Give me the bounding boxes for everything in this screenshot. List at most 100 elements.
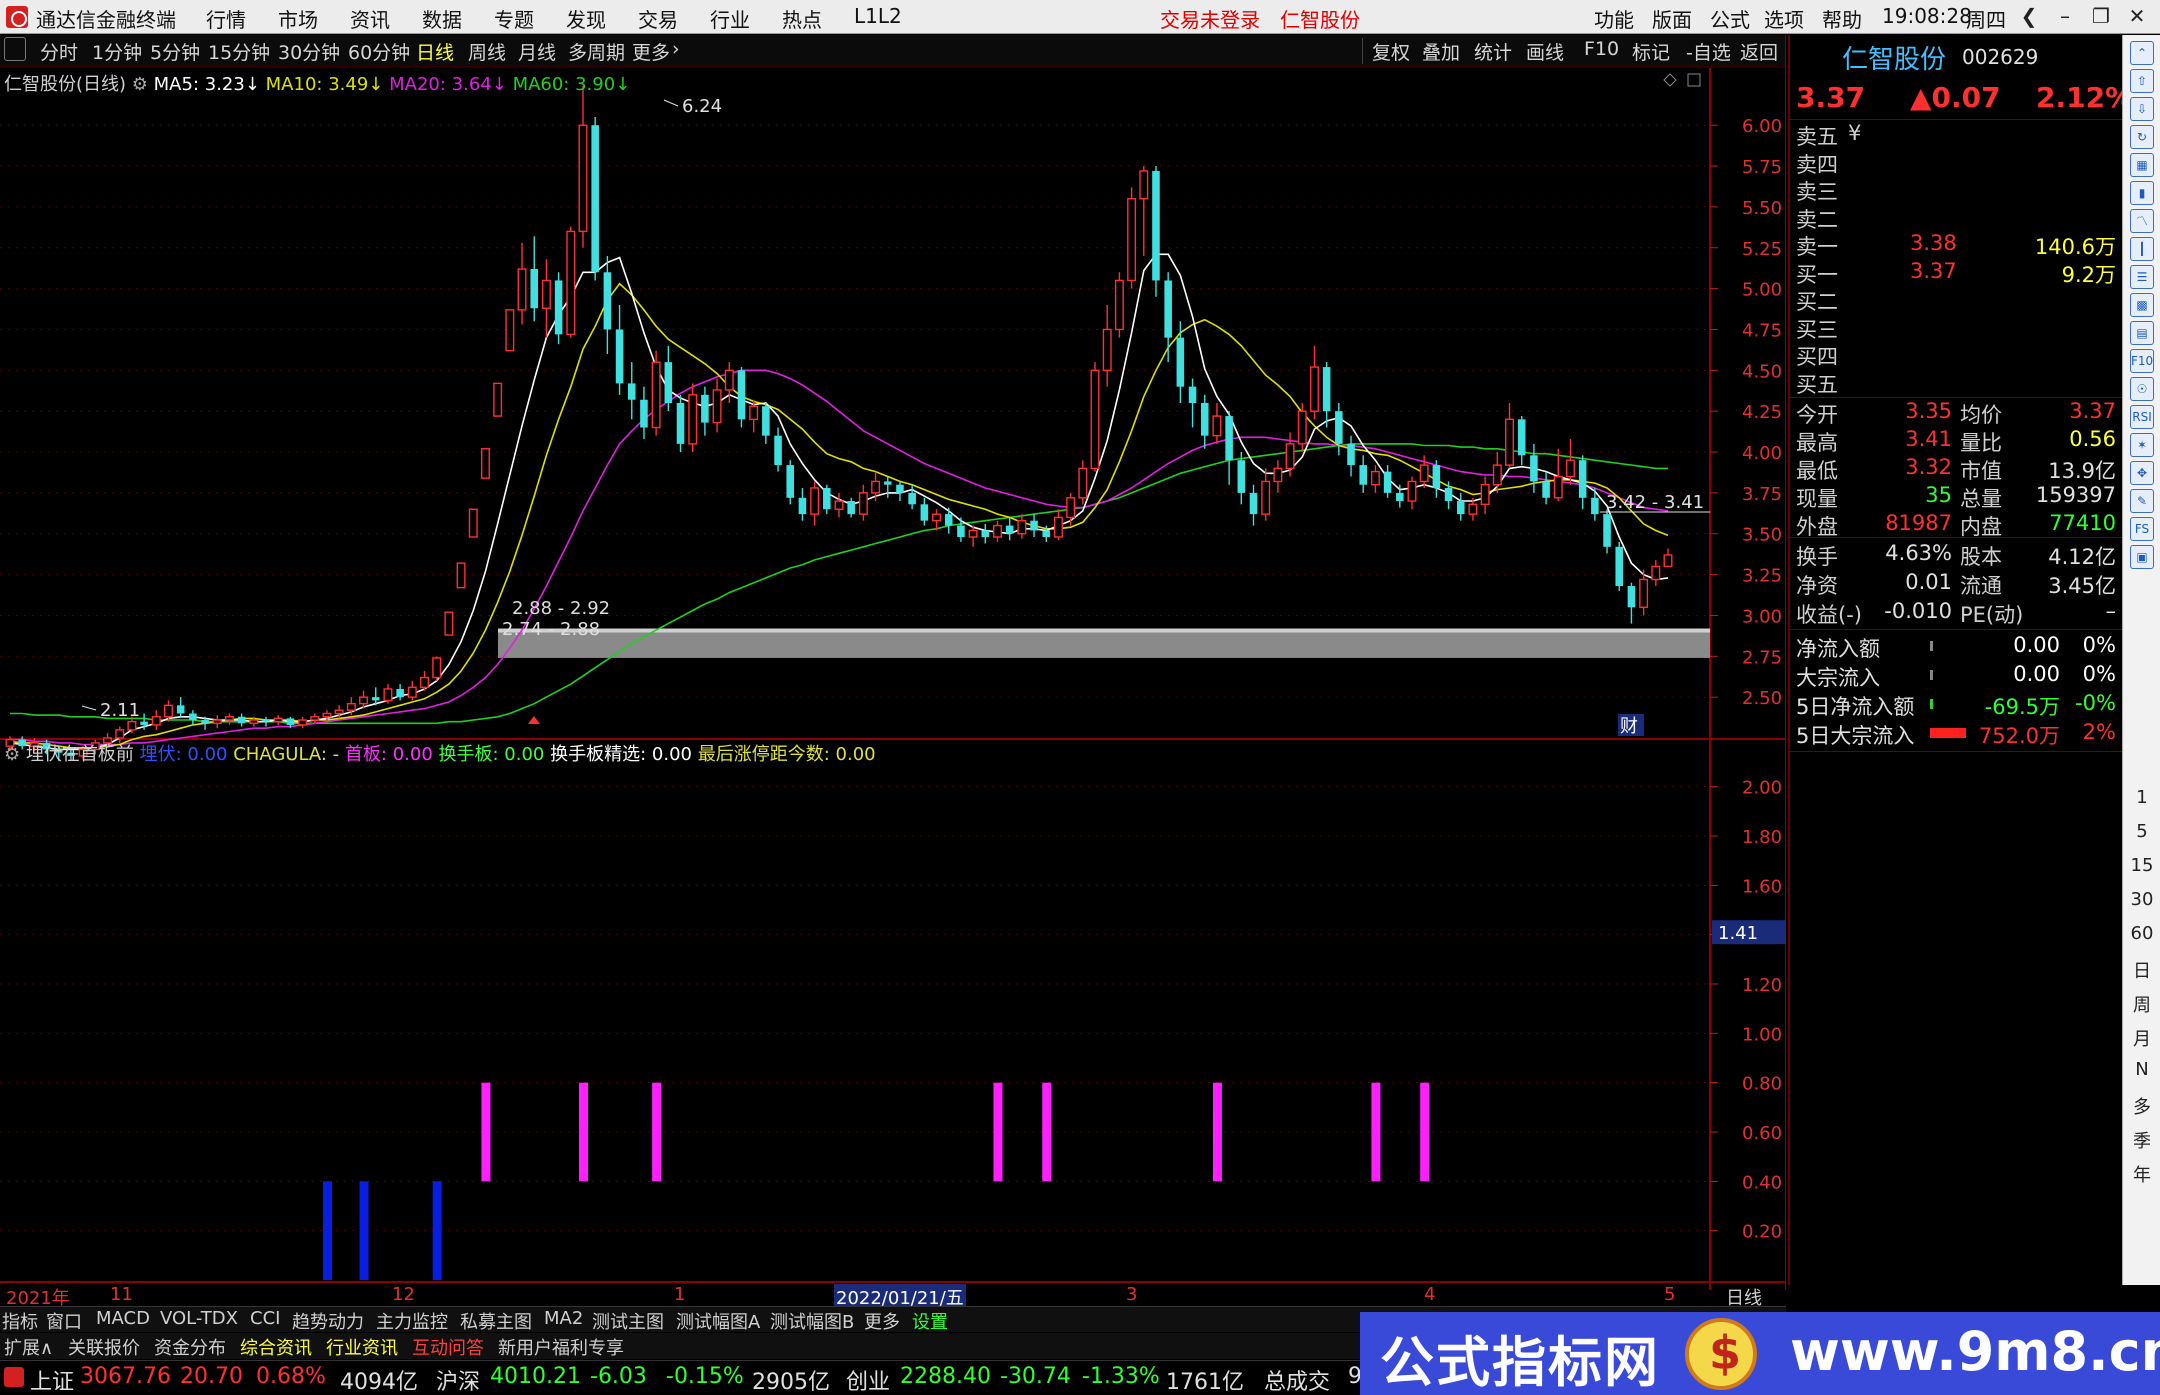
indicator-tab[interactable]: 测试幅图A xyxy=(676,1308,760,1334)
period-shortcut-button[interactable]: 周 xyxy=(2123,991,2160,1017)
info-tab[interactable]: 扩展∧ xyxy=(4,1334,53,1360)
share-icon[interactable]: ✶ xyxy=(2130,433,2154,457)
grid-icon[interactable]: ▩ xyxy=(2130,293,2154,317)
ask-level-2[interactable]: 卖三 xyxy=(1790,176,2122,204)
indicator-gear-icon[interactable]: ⚙ xyxy=(4,744,20,765)
period-shortcut-button[interactable]: 多 xyxy=(2123,1093,2160,1119)
minimize-icon[interactable]: – xyxy=(2048,4,2082,34)
bid-level-1[interactable]: 买二 xyxy=(1790,286,2122,314)
up-arrow-icon[interactable]: ⇧ xyxy=(2130,69,2154,93)
indicator-tab[interactable]: CCI xyxy=(250,1308,280,1329)
candle-body xyxy=(1176,337,1185,387)
info-tab[interactable]: 综合资讯 xyxy=(240,1334,312,1360)
stat-row: 外盘 81987 内盘 77410 xyxy=(1790,511,2122,539)
total-turnover-label: 总成交 xyxy=(1264,1370,1331,1395)
bid-level-2[interactable]: 买三 xyxy=(1790,314,2122,342)
indicator-tab[interactable]: 窗口 xyxy=(46,1308,82,1334)
indicator-tab[interactable]: MACD xyxy=(96,1308,150,1329)
period-shortcut-button[interactable]: 30 xyxy=(2123,889,2160,910)
info-tab[interactable]: 新用户福利专享 xyxy=(498,1334,624,1360)
bid-level-4[interactable]: 买五 xyxy=(1790,369,2122,397)
back-icon[interactable]: ❮ xyxy=(2012,4,2046,34)
stat-value: 3.35 xyxy=(1905,399,1952,423)
menu-bangzhu[interactable]: 帮助 xyxy=(1822,4,1862,33)
candle-body xyxy=(1053,516,1063,538)
flow-row: 5日大宗流入 752.0万 2% xyxy=(1790,720,2122,748)
period-shortcut-button[interactable]: 月 xyxy=(2123,1025,2160,1051)
indicator-tab[interactable]: 趋势动力 xyxy=(292,1308,364,1334)
sub-tick-label: 0.80 xyxy=(1742,1074,1782,1095)
candle-icon[interactable]: ▮ xyxy=(2130,181,2154,205)
indicator-tab[interactable]: 更多 xyxy=(864,1308,900,1334)
restore-icon[interactable]: ❐ xyxy=(2084,4,2118,34)
bid-level-0[interactable]: 买一 3.37 9.2万 xyxy=(1790,259,2122,287)
fs-icon[interactable]: FS xyxy=(2130,517,2154,541)
info-tab[interactable]: 互动问答 xyxy=(412,1334,484,1360)
candle-body xyxy=(1615,546,1624,587)
ask-level-3[interactable]: 卖二 xyxy=(1790,204,2122,232)
index-hs-value: 4010.21 xyxy=(490,1364,581,1389)
doc-icon[interactable]: ▤ xyxy=(2130,321,2154,345)
bid-level-3[interactable]: 买四 xyxy=(1790,341,2122,369)
candle-body xyxy=(627,383,636,400)
gear-icon[interactable]: ⚙ xyxy=(132,74,148,95)
price-tick-label: 5.50 xyxy=(1742,198,1782,219)
index-hs-name[interactable]: 沪深 xyxy=(436,1364,480,1395)
kline-icon[interactable]: ┃ xyxy=(2130,237,2154,261)
period-shortcut-button[interactable]: 60 xyxy=(2123,923,2160,944)
chart-canvas[interactable]: 6.00 5.75 5.50 5.25 5.00 4.75 4.50 4.25 4.00 3.75… xyxy=(0,0,1786,1290)
info-tab[interactable]: 资金分布 xyxy=(154,1334,226,1360)
line-chart-icon[interactable]: 〽 xyxy=(2130,209,2154,233)
indicator-tab[interactable]: 测试主图 xyxy=(592,1308,664,1334)
low-pointer xyxy=(81,705,97,711)
f10-icon[interactable]: F10 xyxy=(2130,349,2154,373)
index-sh-name[interactable]: 上证 xyxy=(30,1364,74,1395)
time-label-4: 4 xyxy=(1424,1284,1436,1305)
layout-icon[interactable]: ▣ xyxy=(2130,545,2154,569)
indicator-tab[interactable]: 主力监控 xyxy=(376,1308,448,1334)
stat-value: 13.9亿 xyxy=(2048,459,2116,483)
candle-body xyxy=(615,329,624,384)
indicator-tab[interactable]: MA2 xyxy=(544,1308,583,1329)
stat-label: 股本 xyxy=(1960,545,2002,569)
ask-level-1[interactable]: 卖四 xyxy=(1790,149,2122,177)
up-nav-icon[interactable]: ⌃ xyxy=(2130,41,2154,65)
index-cy-name[interactable]: 创业 xyxy=(846,1364,890,1395)
period-shortcut-button[interactable]: 15 xyxy=(2123,855,2160,876)
refresh-icon[interactable]: ↻ xyxy=(2130,125,2154,149)
info-tab[interactable]: 关联报价 xyxy=(68,1334,140,1360)
candle-body xyxy=(688,394,698,445)
indicator-tab[interactable]: 私募主图 xyxy=(460,1308,532,1334)
candle-body xyxy=(701,394,709,423)
search-icon[interactable]: ☉ xyxy=(2130,377,2154,401)
candle-body xyxy=(1359,465,1367,485)
indicator-tab[interactable]: 测试幅图B xyxy=(770,1308,854,1334)
candle-body xyxy=(1456,501,1465,515)
ask-level-0[interactable]: 卖五 ¥ xyxy=(1790,121,2122,149)
period-shortcut-button[interactable]: 年 xyxy=(2123,1161,2160,1187)
ask-level-4[interactable]: 卖一 3.38 140.6万 xyxy=(1790,231,2122,259)
flow-row: 大宗流入 0.00 0% xyxy=(1790,662,2122,690)
indicator-tab[interactable]: 设置 xyxy=(912,1308,948,1334)
move-icon[interactable]: ✥ xyxy=(2130,461,2154,485)
pen-icon[interactable]: ✎ xyxy=(2130,489,2154,513)
down-arrow-icon[interactable]: ⇩ xyxy=(2130,97,2154,121)
period-shortcut-button[interactable]: 5 xyxy=(2123,821,2160,842)
period-shortcut-button[interactable]: 日 xyxy=(2123,957,2160,983)
table-icon[interactable]: ▦ xyxy=(2130,153,2154,177)
info-tab[interactable]: 行业资讯 xyxy=(326,1334,398,1360)
period-shortcut-button[interactable]: 1 xyxy=(2123,787,2160,808)
indicator-tab[interactable]: 指标 xyxy=(2,1308,38,1334)
legend-maifu: 埋伏: 0.00 xyxy=(139,744,228,765)
candle-body xyxy=(115,729,125,739)
list-icon[interactable]: ☰ xyxy=(2130,265,2154,289)
close-icon[interactable]: ✕ xyxy=(2120,4,2154,34)
period-shortcut-button[interactable]: N xyxy=(2123,1059,2160,1080)
time-label-3: 3 xyxy=(1126,1284,1138,1305)
risk-icon[interactable]: RSI xyxy=(2130,405,2154,429)
candle-body xyxy=(1627,586,1636,608)
indicator-tab[interactable]: VOL-TDX xyxy=(160,1308,238,1329)
period-shortcut-button[interactable]: 季 xyxy=(2123,1127,2160,1153)
sub-tick-label: 1.00 xyxy=(1742,1024,1782,1045)
candle-body xyxy=(1066,497,1076,519)
